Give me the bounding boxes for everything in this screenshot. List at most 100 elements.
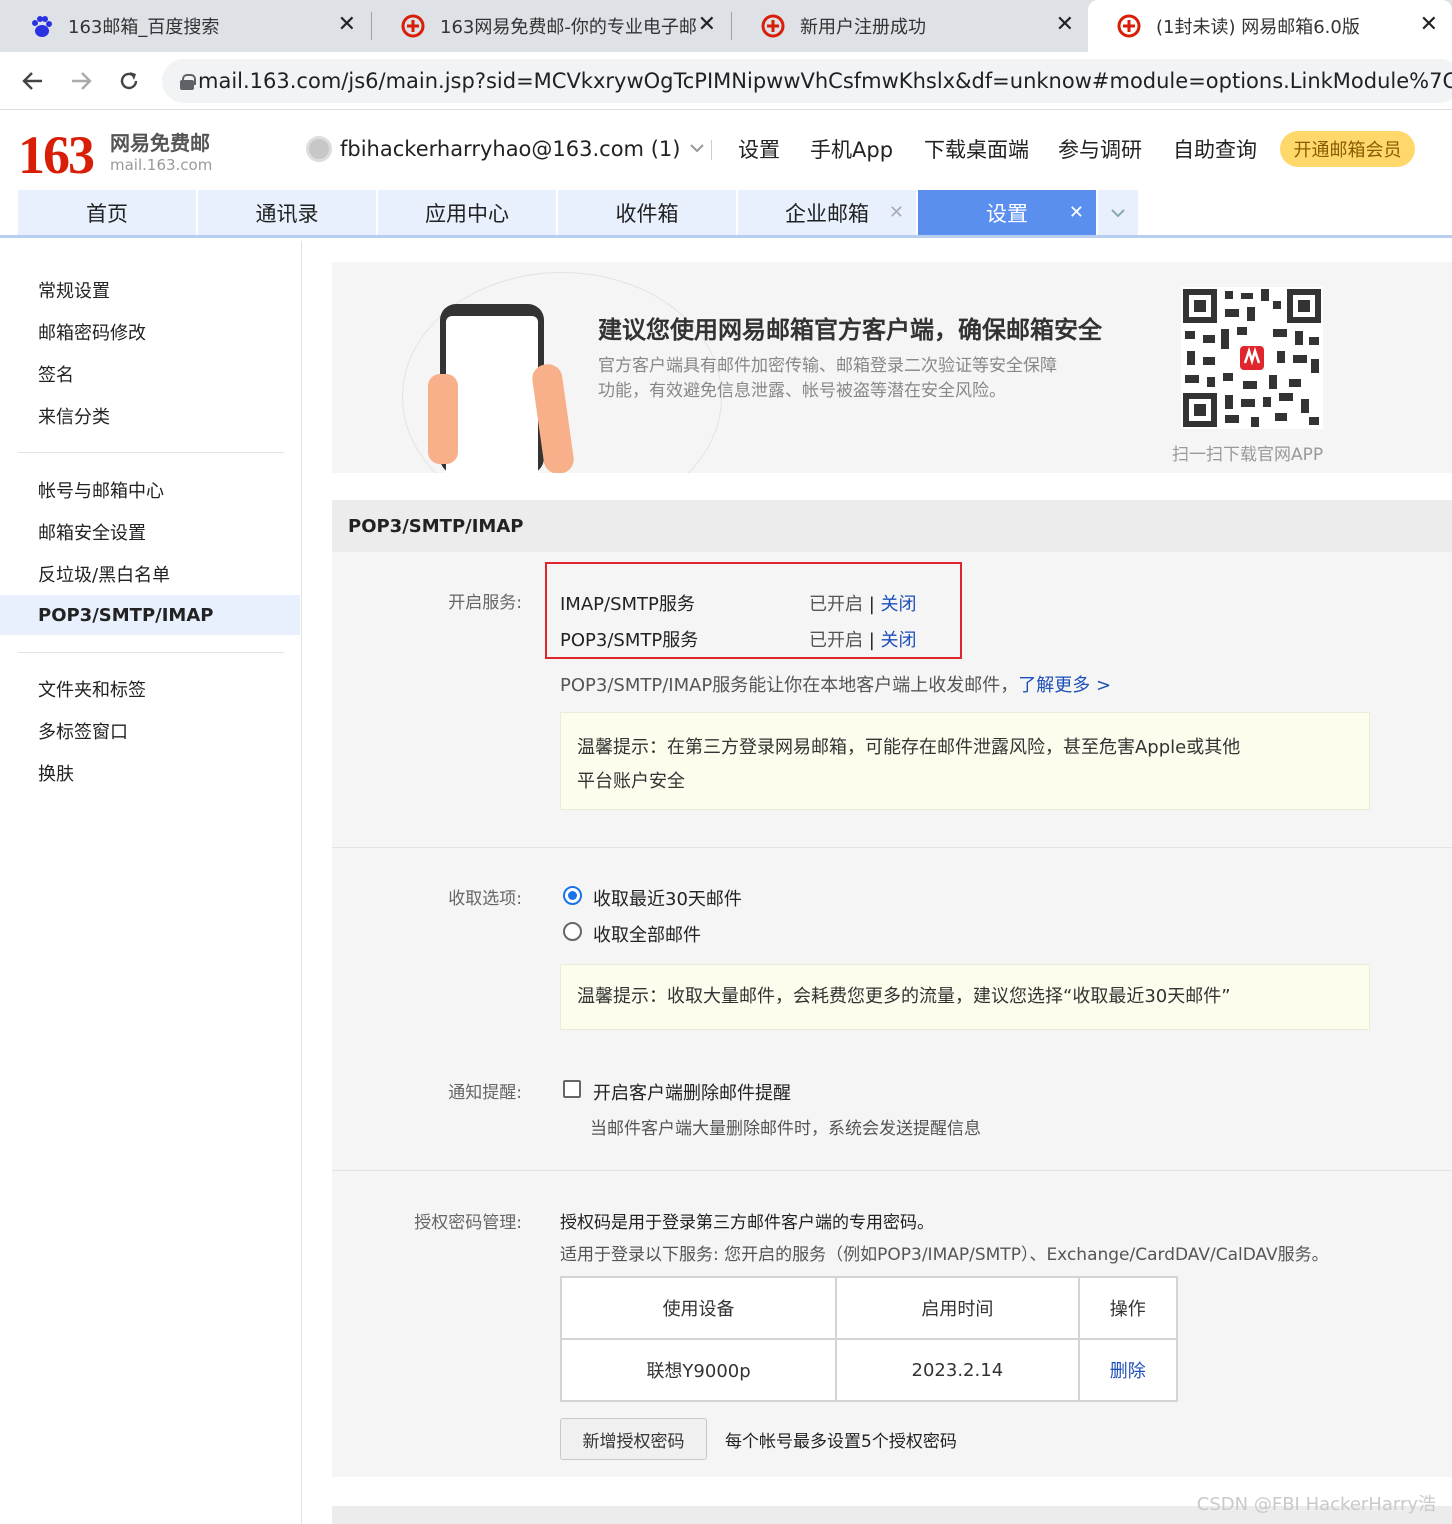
netease-icon (400, 13, 426, 39)
imap-close-link[interactable]: 关闭 (881, 594, 917, 615)
logo-text[interactable]: 网易免费邮 mail.163.com (110, 132, 212, 176)
pop3-service-name: POP3/SMTP服务 (560, 630, 699, 651)
sidebar-item-general[interactable]: 常规设置 (0, 270, 300, 310)
action-cell: 删除 (1077, 1338, 1179, 1402)
avatar (306, 136, 332, 162)
browser-tab-strip: 163邮箱_百度搜索 ✕ 163网易免费邮-你的专业电子邮 ✕ 新用户注册成功 … (0, 0, 1452, 52)
back-icon[interactable] (16, 64, 50, 98)
tab-title: 163网易免费邮-你的专业电子邮 (440, 17, 697, 38)
table-header: 使用设备 (559, 1276, 838, 1340)
vip-button[interactable]: 开通邮箱会员 (1280, 131, 1415, 167)
header-link-survey[interactable]: 参与调研 (1058, 134, 1142, 164)
forward-icon[interactable] (64, 64, 98, 98)
tab-enterprise[interactable]: 企业邮箱 ✕ (738, 190, 916, 235)
separator: | (868, 630, 875, 651)
sidebar-divider (18, 652, 284, 653)
sidebar-item-pop3[interactable]: POP3/SMTP/IMAP (0, 595, 300, 635)
sidebar-item-multitab[interactable]: 多标签窗口 (0, 711, 300, 751)
delete-link[interactable]: 删除 (1110, 1361, 1146, 1382)
table-header-row: 使用设备 启用时间 操作 (559, 1276, 1179, 1340)
delete-notify-label[interactable]: 开启客户端删除邮件提醒 (593, 1079, 791, 1105)
tab-title: (1封未读) 网易邮箱6.0版 (1156, 17, 1360, 38)
close-icon[interactable]: ✕ (889, 202, 904, 223)
receive-30-days-label[interactable]: 收取最近30天邮件 (593, 885, 742, 911)
device-cell: 联想Y9000p (559, 1338, 838, 1402)
receive-30-days-radio[interactable] (563, 886, 582, 905)
pop3-service-status: 已开启 | 关闭 (809, 626, 917, 652)
header-link-self-help[interactable]: 自助查询 (1173, 134, 1257, 164)
url-field[interactable]: mail.163.com/js6/main.jsp?sid=MCVkxrywOg… (162, 59, 1452, 103)
receive-all-label[interactable]: 收取全部邮件 (593, 921, 701, 947)
browser-tab-163-home[interactable]: 163网易免费邮-你的专业电子邮 ✕ (372, 0, 730, 52)
close-icon[interactable]: ✕ (1056, 12, 1074, 37)
tip-line: 温馨提示：在第三方登录网易邮箱，可能存在邮件泄露风险，甚至危害Apple或其他 (577, 737, 1241, 758)
account-menu[interactable]: fbihackerharryhao@163.com (1) (306, 136, 705, 162)
client-banner: 建议您使用网易邮箱官方客户端，确保邮箱安全 官方客户端具有邮件加密传输、邮箱登录… (332, 262, 1452, 473)
table-header: 操作 (1077, 1276, 1179, 1340)
close-icon[interactable]: ✕ (698, 12, 716, 37)
banner-title: 建议您使用网易邮箱官方客户端，确保邮箱安全 (598, 316, 1102, 344)
service-info: POP3/SMTP/IMAP服务能让你在本地客户端上收发邮件，了解更多 > (560, 671, 1111, 697)
auth-desc: 授权码是用于登录第三方邮件客户端的专用密码。 (560, 1213, 934, 1233)
watermark: CSDN @FBI HackerHarry浩 (1196, 1494, 1436, 1515)
logo-number[interactable]: 163 (18, 124, 95, 186)
delete-notify-desc: 当邮件客户端大量删除邮件时，系统会发送提醒信息 (590, 1119, 981, 1139)
header-link-settings[interactable]: 设置 (738, 134, 780, 164)
tab-title: 163邮箱_百度搜索 (68, 17, 220, 38)
close-icon[interactable]: ✕ (338, 12, 356, 37)
sidebar-item-filters[interactable]: 来信分类 (0, 396, 300, 436)
table-header: 启用时间 (835, 1276, 1080, 1340)
settings-main: 建议您使用网易邮箱官方客户端，确保邮箱安全 官方客户端具有邮件加密传输、邮箱登录… (332, 262, 1452, 1524)
status-text: 已开启 (809, 594, 863, 615)
tab-settings[interactable]: 设置 ✕ (918, 190, 1096, 235)
learn-more-link[interactable]: 了解更多 > (1018, 675, 1111, 696)
settings-sidebar: 常规设置 邮箱密码修改 签名 来信分类 帐号与邮箱中心 邮箱安全设置 反垃圾/黑… (0, 241, 302, 1524)
section-divider (332, 847, 1452, 848)
auth-label: 授权密码管理: (414, 1213, 522, 1233)
auth-table: 使用设备 启用时间 操作 联想Y9000p 2023.2.14 删除 (559, 1276, 1179, 1402)
tab-app-center[interactable]: 应用中心 (378, 190, 556, 235)
close-icon[interactable]: ✕ (1420, 12, 1438, 37)
reload-icon[interactable] (112, 64, 146, 98)
delete-notify-checkbox[interactable] (563, 1080, 581, 1098)
qr-code-icon (1181, 287, 1323, 429)
url-text: mail.163.com/js6/main.jsp?sid=MCVkxrywOg… (198, 69, 1452, 93)
pop3-close-link[interactable]: 关闭 (881, 630, 917, 651)
qr-caption: 扫一扫下载官网APP (1172, 445, 1324, 465)
close-icon[interactable]: ✕ (1069, 202, 1084, 223)
header-link-desktop[interactable]: 下载桌面端 (924, 134, 1029, 164)
sidebar-item-folders[interactable]: 文件夹和标签 (0, 669, 300, 709)
sidebar-item-password[interactable]: 邮箱密码修改 (0, 312, 300, 352)
imap-service-name: IMAP/SMTP服务 (560, 594, 695, 615)
header-link-mobile-app[interactable]: 手机App (810, 134, 893, 164)
chevron-down-icon (690, 141, 705, 157)
tab-label: 设置 (986, 201, 1028, 226)
tab-inbox[interactable]: 收件箱 (558, 190, 736, 235)
imap-service-status: 已开启 | 关闭 (809, 590, 917, 616)
receive-all-radio[interactable] (563, 922, 582, 941)
logo-name: 网易免费邮 (110, 131, 210, 155)
account-email: fbihackerharryhao@163.com (1) (340, 137, 681, 161)
tab-contacts[interactable]: 通讯录 (198, 190, 376, 235)
traffic-tip: 温馨提示：收取大量邮件，会耗费您更多的流量，建议您选择“收取最近30天邮件” (560, 964, 1370, 1030)
section-title: POP3/SMTP/IMAP (332, 500, 1452, 552)
browser-tab-baidu[interactable]: 163邮箱_百度搜索 ✕ (0, 0, 370, 52)
sidebar-item-antispam[interactable]: 反垃圾/黑白名单 (0, 554, 300, 594)
tab-label: 企业邮箱 (785, 201, 869, 226)
add-auth-code-button[interactable]: 新增授权密码 (560, 1418, 707, 1460)
info-text: POP3/SMTP/IMAP服务能让你在本地客户端上收发邮件， (560, 675, 1019, 696)
services-label: 开启服务: (448, 593, 522, 613)
auth-limit-note: 每个帐号最多设置5个授权密码 (725, 1432, 957, 1452)
sidebar-item-account-center[interactable]: 帐号与邮箱中心 (0, 470, 300, 510)
netease-icon (1116, 13, 1142, 39)
netease-icon (760, 13, 786, 39)
browser-tab-register[interactable]: 新用户注册成功 ✕ (732, 0, 1088, 52)
logo-domain: mail.163.com (110, 156, 213, 174)
sidebar-item-skin[interactable]: 换肤 (0, 753, 300, 793)
browser-tab-mail[interactable]: (1封未读) 网易邮箱6.0版 ✕ (1088, 0, 1452, 52)
tabs-more-button[interactable] (1098, 190, 1138, 235)
hand-illustration (428, 374, 458, 464)
sidebar-item-signature[interactable]: 签名 (0, 354, 300, 394)
tab-home[interactable]: 首页 (18, 190, 196, 235)
sidebar-item-security[interactable]: 邮箱安全设置 (0, 512, 300, 552)
